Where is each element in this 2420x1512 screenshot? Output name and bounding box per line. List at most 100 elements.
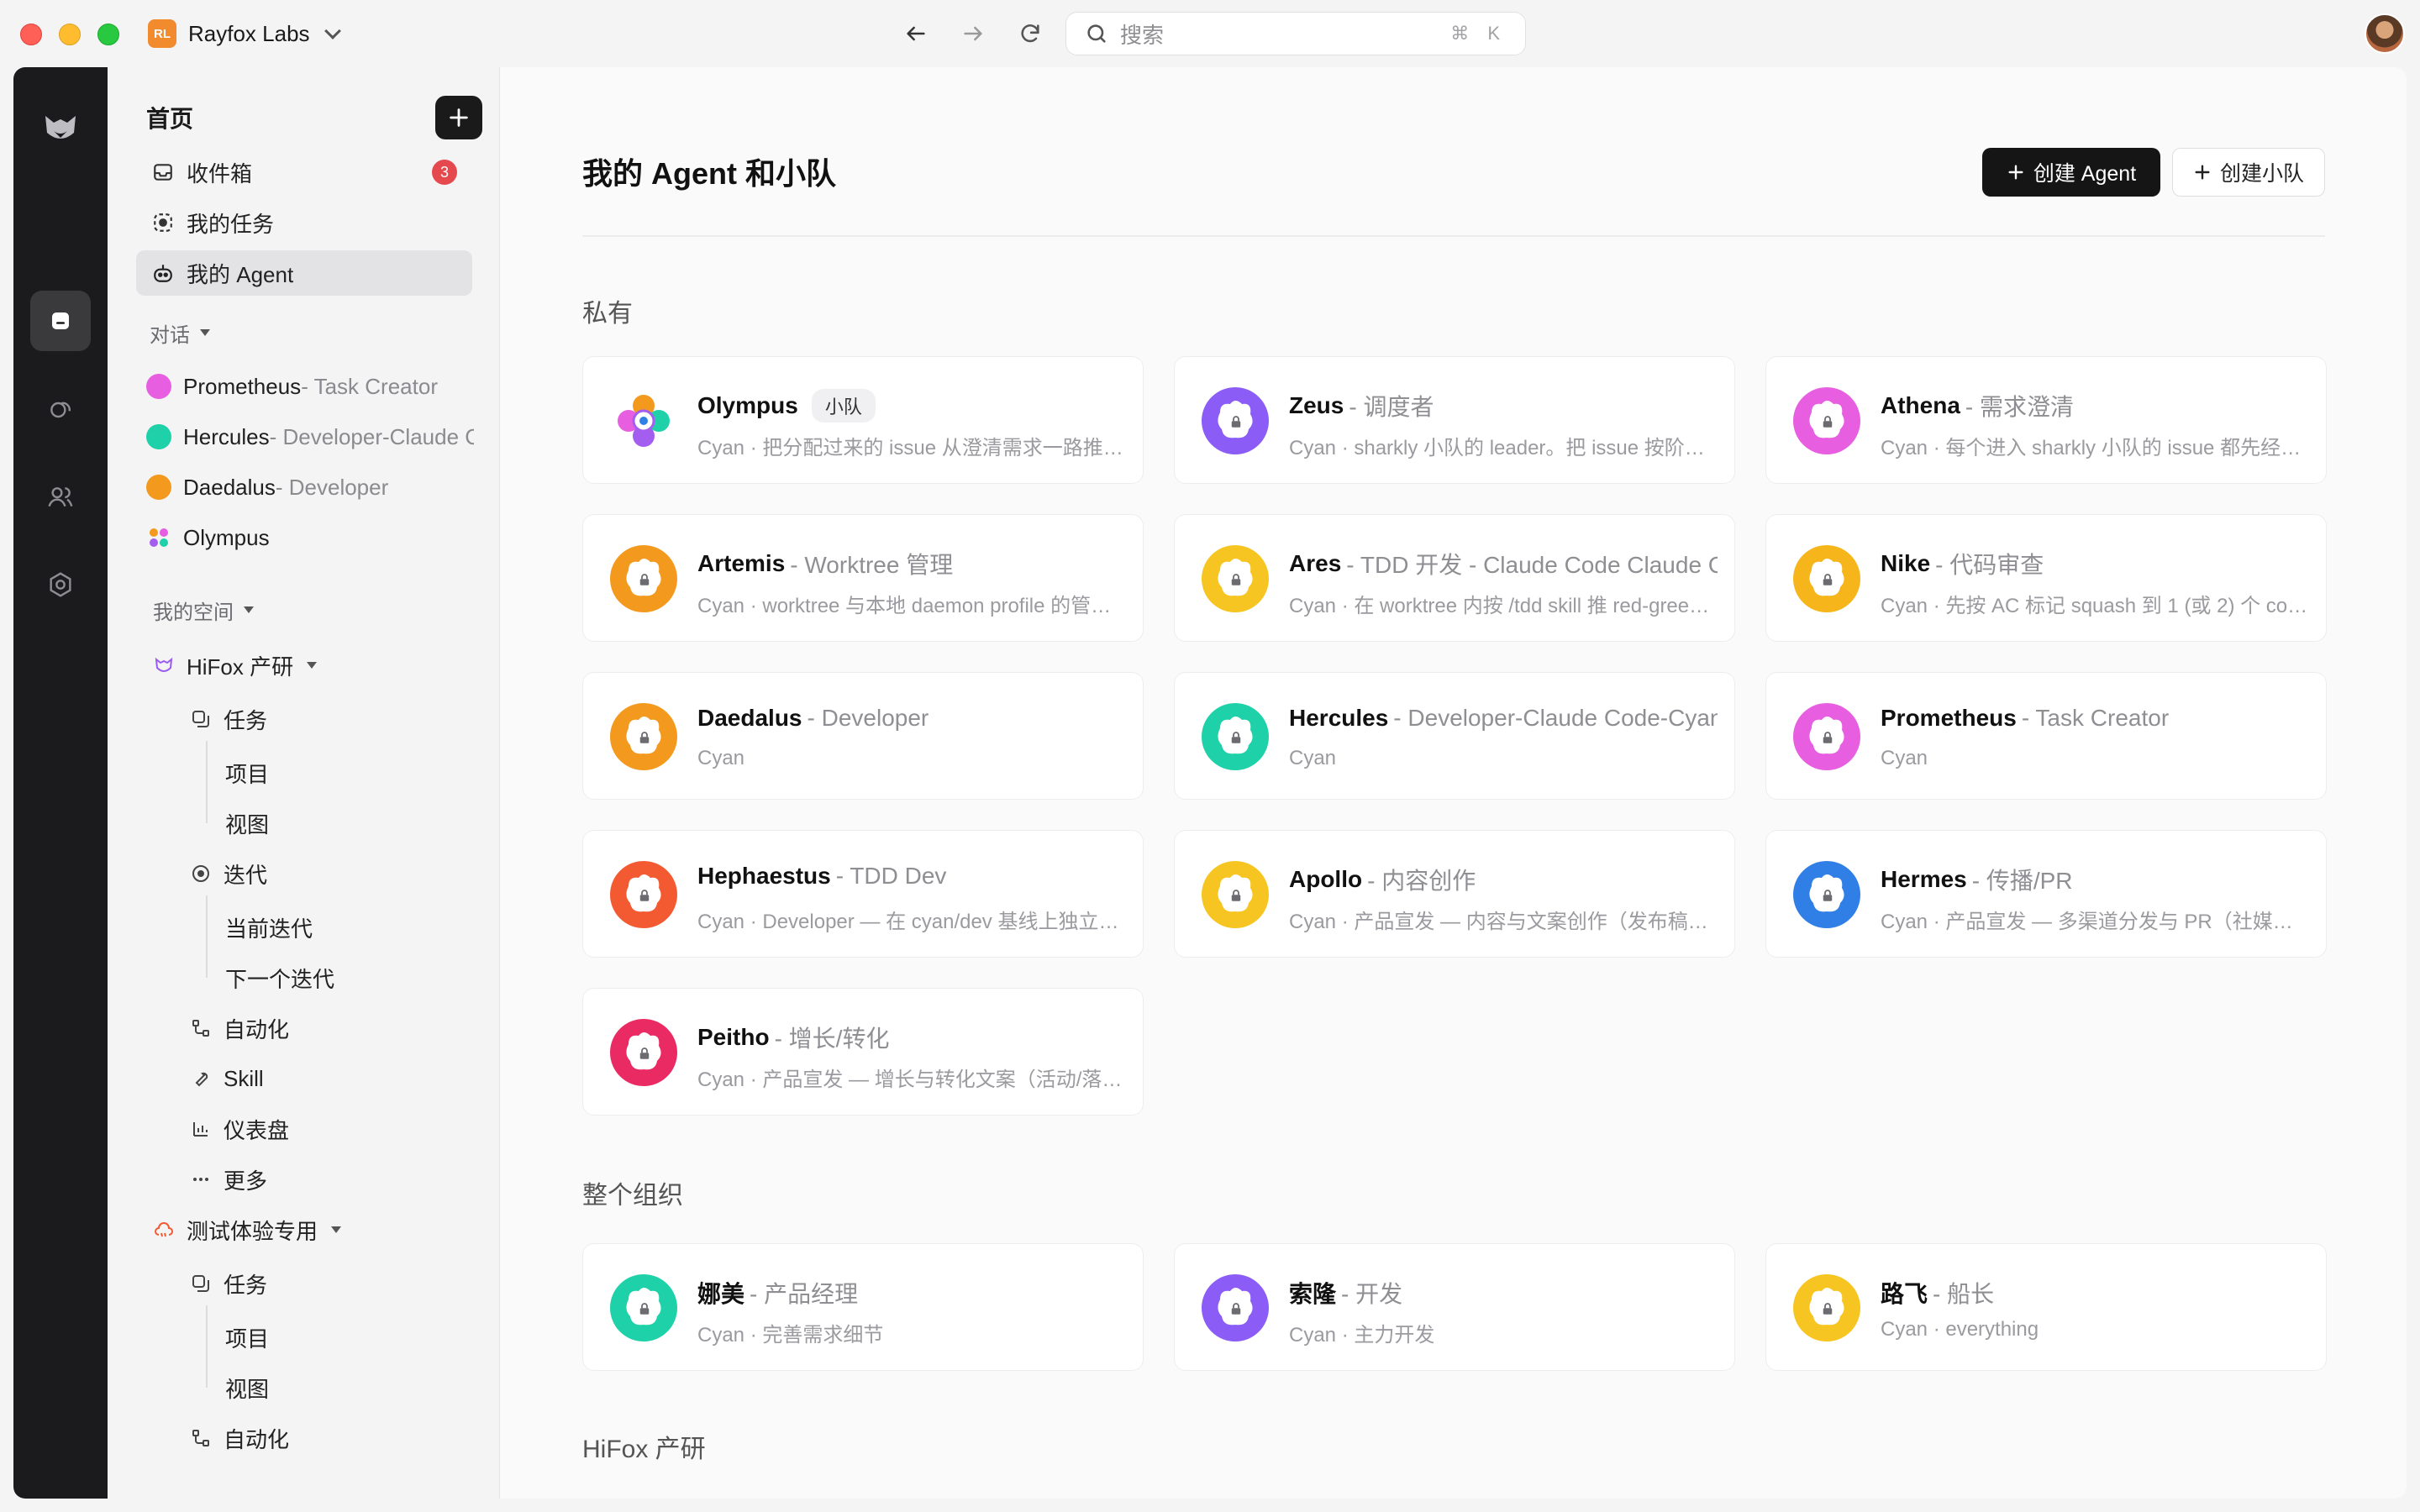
- space-hifox-views[interactable]: 视图: [225, 801, 269, 845]
- agent-description: Cyan · 主力开发: [1289, 1324, 1435, 1347]
- conversation-item-olympus[interactable]: Olympus: [146, 516, 474, 559]
- space-hifox-projects[interactable]: 项目: [225, 751, 269, 795]
- agent-role: - Task Creator: [2021, 705, 2170, 731]
- app-window: RL Rayfox Labs 搜索 ⌘ K 首页 收件箱 3 我的任务 我的 A…: [0, 0, 2420, 1512]
- caret-down-icon: [331, 1226, 342, 1233]
- tree-item-label: Skill: [224, 1065, 264, 1091]
- agent-name: Hephaestus: [697, 863, 831, 889]
- rail-home[interactable]: [30, 291, 91, 351]
- sidebar-item-inbox[interactable]: 收件箱 3: [136, 150, 472, 195]
- agent-card[interactable]: Athena - 需求澄清 Cyan · 每个进入 sharkly 小队的 issu…: [1765, 356, 2327, 484]
- lock-icon: [1225, 411, 1247, 433]
- agent-title-line: Hephaestus - TDD Dev: [697, 863, 1126, 890]
- conversation-role: - Developer: [275, 474, 389, 500]
- agent-title-line: Olympus 小队: [697, 389, 1126, 423]
- agent-card[interactable]: 路飞 - 船长 Cyan · everything: [1765, 1243, 2327, 1371]
- space-hifox-automation[interactable]: 自动化: [190, 1006, 289, 1050]
- agent-avatar-icon: [146, 374, 171, 399]
- agent-card[interactable]: Daedalus - Developer Cyan: [582, 672, 1144, 800]
- sidebar: 首页 收件箱 3 我的任务 我的 Agent 对话 Prometheus - T…: [121, 67, 499, 1499]
- agent-card[interactable]: Nike - 代码审查 Cyan · 先按 AC 标记 squash 到 1 (或 …: [1765, 514, 2327, 642]
- agent-description: Cyan: [1289, 747, 1337, 769]
- agent-card[interactable]: Artemis - Worktree 管理 Cyan · worktree 与本地 …: [582, 514, 1144, 642]
- conversations-section-toggle[interactable]: 对话: [150, 316, 210, 349]
- rail-settings[interactable]: [30, 554, 91, 615]
- space-test[interactable]: 测试体验专用: [153, 1208, 342, 1252]
- create-agent-button[interactable]: 创建 Agent: [1982, 148, 2160, 197]
- lock-icon: [634, 569, 655, 591]
- reload-button[interactable]: [1015, 18, 1045, 49]
- my-space-section-toggle[interactable]: 我的空间: [153, 593, 254, 627]
- space-test-views[interactable]: 视图: [225, 1366, 269, 1410]
- section-title-private: 私有: [582, 300, 633, 328]
- tree-item-label: 项目: [225, 1326, 270, 1352]
- tree-item-label: 迭代: [224, 862, 268, 888]
- plus-icon: [2008, 165, 2023, 180]
- page-title: 我的 Agent 和小队: [582, 156, 836, 191]
- refresh-icon: [1021, 24, 1039, 43]
- agent-card[interactable]: 索隆 - 开发 Cyan · 主力开发: [1174, 1243, 1735, 1371]
- space-hifox[interactable]: HiFox 产研: [153, 643, 318, 687]
- agent-card[interactable]: Hercules - Developer-Claude Code-Cyan Cyan: [1174, 672, 1735, 800]
- chat-bubbles-icon: [50, 402, 71, 418]
- space-test-projects[interactable]: 项目: [225, 1315, 269, 1359]
- plus-icon: [450, 108, 468, 127]
- agent-card[interactable]: Hephaestus - TDD Dev Cyan · Developer — 在 …: [582, 830, 1144, 958]
- tree-item-label: 仪表盘: [224, 1117, 290, 1143]
- space-test-automation[interactable]: 自动化: [190, 1416, 289, 1460]
- conversation-item-daedalus[interactable]: Daedalus - Developer: [146, 465, 474, 509]
- create-team-button[interactable]: 创建小队: [2172, 148, 2325, 197]
- agent-card[interactable]: Hermes - 传播/PR Cyan · 产品宣发 — 多渠道分发与 PR（社媒、…: [1765, 830, 2327, 958]
- space-hifox-skill[interactable]: Skill: [190, 1057, 264, 1100]
- agent-name: Ares: [1289, 550, 1342, 576]
- agent-card[interactable]: Prometheus - Task Creator Cyan: [1765, 672, 2327, 800]
- arrow-right-icon: [964, 26, 982, 41]
- sidebar-item-my-agent[interactable]: 我的 Agent: [136, 250, 472, 296]
- fox-space-icon: [153, 654, 175, 676]
- title-bar: RL Rayfox Labs 搜索 ⌘ K: [0, 0, 2420, 67]
- create-agent-label: 创建 Agent: [2033, 162, 2137, 186]
- caret-down-icon: [244, 606, 254, 613]
- tree-item-label: 更多: [224, 1168, 268, 1194]
- agent-title-line: 娜美 - 产品经理: [697, 1276, 1126, 1310]
- space-hifox-more[interactable]: 更多: [190, 1158, 267, 1201]
- space-hifox-next-iteration[interactable]: 下一个迭代: [225, 956, 334, 1000]
- space-hifox-tasks[interactable]: 任务: [190, 697, 267, 741]
- lock-icon: [634, 1042, 655, 1064]
- section-title-hifox: HiFox 产研: [582, 1436, 706, 1463]
- conversation-item-hercules[interactable]: Hercules - Developer-Claude Code: [146, 415, 474, 459]
- space-hifox-iterations[interactable]: 迭代: [190, 852, 267, 895]
- user-avatar[interactable]: [2365, 13, 2405, 54]
- space-test-tasks[interactable]: 任务: [190, 1262, 267, 1305]
- back-button[interactable]: [901, 18, 931, 49]
- minimize-window-button[interactable]: [59, 24, 81, 45]
- lock-icon: [1225, 727, 1247, 748]
- inbox-count-badge: 3: [432, 160, 457, 185]
- org-badge: RL: [148, 19, 176, 48]
- tree-item-label: 项目: [225, 761, 270, 787]
- agent-card[interactable]: Zeus - 调度者 Cyan · sharkly 小队的 leader。把 iss…: [1174, 356, 1735, 484]
- sidebar-item-label: 收件箱: [187, 160, 253, 186]
- agent-card[interactable]: Peitho - 增长/转化 Cyan · 产品宣发 — 增长与转化文案（活动/落地…: [582, 988, 1144, 1116]
- rail-members[interactable]: [30, 467, 91, 528]
- org-switcher[interactable]: RL Rayfox Labs: [148, 17, 341, 50]
- agent-card[interactable]: Olympus 小队 Cyan · 把分配过来的 issue 从澄清需求一路推进到交…: [582, 356, 1144, 484]
- zoom-window-button[interactable]: [97, 24, 119, 45]
- space-hifox-current-iteration[interactable]: 当前迭代: [225, 906, 313, 949]
- fox-logo-icon[interactable]: [40, 108, 81, 148]
- conversation-item-prometheus[interactable]: Prometheus - Task Creator: [146, 365, 474, 408]
- forward-button[interactable]: [958, 18, 988, 49]
- agent-card[interactable]: Ares- TDD 开发 - Claude Code Claude Code Cy…: [1174, 514, 1735, 642]
- agent-card[interactable]: Apollo- 内容创作 Cyan · 产品宣发 — 内容与文案创作（发布稿、博客…: [1174, 830, 1735, 958]
- org-name: Rayfox Labs: [188, 20, 310, 46]
- agent-description: Cyan · 产品宣发 — 多渠道分发与 PR（社媒、社区）: [1881, 911, 2309, 933]
- close-window-button[interactable]: [20, 24, 42, 45]
- search-input[interactable]: 搜索 ⌘ K: [1065, 12, 1526, 55]
- agent-description: Cyan: [697, 747, 745, 769]
- chevron-down-icon: [324, 23, 341, 39]
- sidebar-item-my-tasks[interactable]: 我的任务: [136, 200, 472, 245]
- agent-card[interactable]: 娜美 - 产品经理 Cyan · 完善需求细节: [582, 1243, 1144, 1371]
- rail-chat[interactable]: [30, 380, 91, 440]
- new-item-button[interactable]: [435, 96, 482, 139]
- space-hifox-dashboard[interactable]: 仪表盘: [190, 1107, 289, 1151]
